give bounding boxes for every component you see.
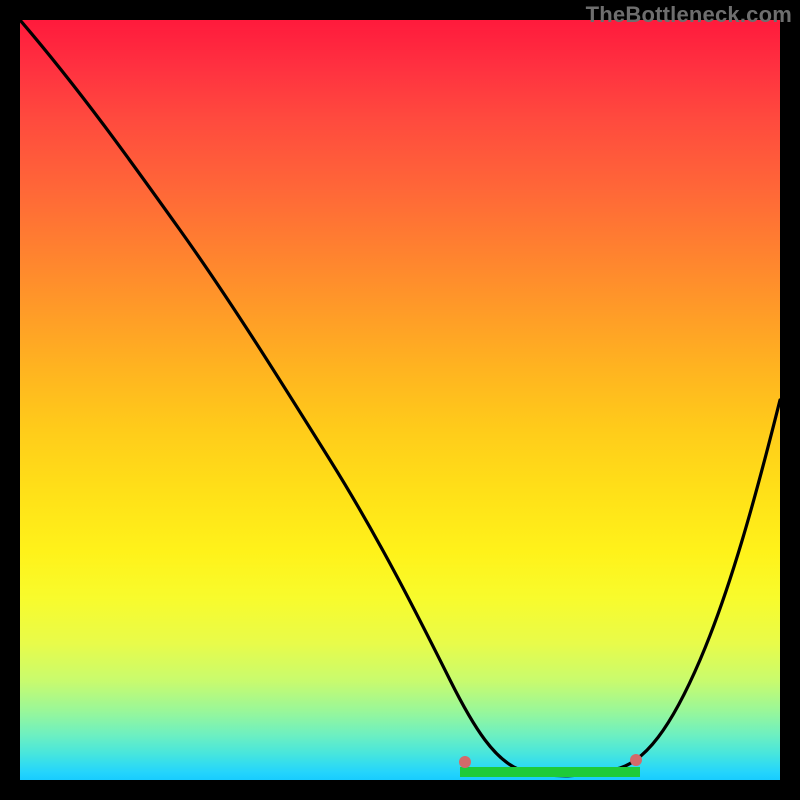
plot-area [20, 20, 780, 780]
bottleneck-curve [20, 20, 780, 776]
optimal-band [460, 767, 640, 777]
curve-marker-right [630, 754, 642, 766]
watermark-text: TheBottleneck.com [586, 2, 792, 28]
chart-container: TheBottleneck.com [0, 0, 800, 800]
curve-marker-left [459, 756, 471, 768]
curve-layer [20, 20, 780, 780]
